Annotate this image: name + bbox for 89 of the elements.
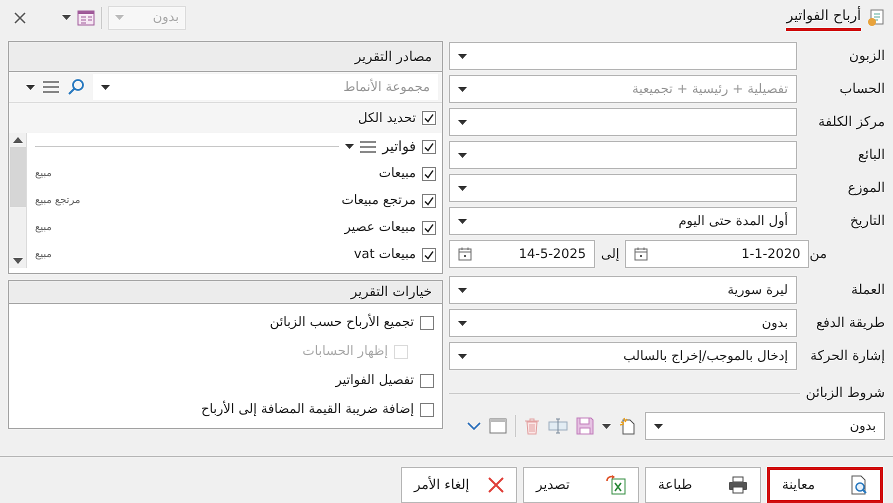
field-label: الحساب xyxy=(838,81,885,98)
checkbox-label: تفصيل الفواتير xyxy=(335,373,414,388)
printer-icon xyxy=(728,476,748,494)
dropdown-field[interactable] xyxy=(449,42,797,70)
dropdown-field[interactable]: بدون xyxy=(645,412,885,440)
grid-window-icon[interactable] xyxy=(77,10,95,26)
checkbox[interactable] xyxy=(420,374,434,388)
caret-icon xyxy=(458,86,467,92)
group-label: فواتير xyxy=(382,138,416,155)
checkbox[interactable] xyxy=(422,166,436,181)
field-label: من xyxy=(809,246,828,262)
checkbox[interactable] xyxy=(420,316,434,330)
checkbox-label: إظهار الحسابات xyxy=(302,344,388,360)
caret-icon[interactable] xyxy=(26,84,35,90)
checkbox[interactable] xyxy=(420,402,434,417)
search-icon[interactable] xyxy=(67,78,85,96)
caret-icon xyxy=(458,218,467,224)
checkbox-label: تحديد الكل xyxy=(358,110,416,126)
report-icon xyxy=(867,8,885,27)
caret-icon xyxy=(458,54,467,59)
field-label: إشارة الحركة xyxy=(809,348,885,364)
window-title: أرباح الفواتير xyxy=(786,8,861,32)
caret-icon xyxy=(458,354,467,359)
type-label: مبيع xyxy=(35,168,52,180)
scroll-up-icon[interactable] xyxy=(12,137,22,144)
checkbox-label: مبيعات xyxy=(378,166,416,182)
caret-icon xyxy=(458,186,467,191)
date-field[interactable]: 1-1-2020 xyxy=(625,240,810,268)
new-document-icon[interactable] xyxy=(619,417,637,436)
caret-icon[interactable] xyxy=(345,144,354,150)
field-label: طريقة الدفع xyxy=(815,315,885,332)
save-icon[interactable] xyxy=(576,417,594,436)
caret-icon xyxy=(458,320,467,326)
caret-icon xyxy=(458,288,467,293)
cancel-icon xyxy=(488,477,504,493)
caret-icon xyxy=(654,424,663,429)
caret-icon xyxy=(458,120,467,125)
checkbox-label: مبيعات vat xyxy=(354,247,416,262)
cancel-button[interactable]: إلغاء الأمر xyxy=(401,467,517,503)
field-label: التاريخ xyxy=(848,213,885,230)
checkbox[interactable] xyxy=(422,111,436,126)
checkbox-label: إضافة ضريبة القيمة المضافة إلى الأرباح xyxy=(201,402,414,418)
checkbox-label: مرتجع مبيعات xyxy=(342,193,416,208)
rename-icon[interactable] xyxy=(548,418,568,434)
scroll-down-icon[interactable] xyxy=(12,258,22,264)
checkbox[interactable] xyxy=(422,140,436,154)
preview-icon xyxy=(850,475,868,495)
scrollbar[interactable] xyxy=(9,133,27,268)
checkbox[interactable] xyxy=(422,194,436,208)
dropdown-field[interactable]: أول المدة حتى اليوم xyxy=(449,207,797,236)
caret-icon xyxy=(101,84,110,90)
checkbox-label: مبيعات عصير xyxy=(344,220,416,236)
menu-icon[interactable] xyxy=(360,140,376,153)
type-label: مرتجع مبيع xyxy=(35,195,80,206)
dropdown-field[interactable] xyxy=(449,108,797,136)
type-label: مبيع xyxy=(35,222,52,234)
export-button[interactable]: تصدير xyxy=(523,467,639,503)
dropdown-field[interactable] xyxy=(449,141,797,170)
date-field[interactable]: 14-5-2025 xyxy=(449,240,595,268)
chevron-down-icon[interactable] xyxy=(467,422,481,431)
spreadsheet-export-icon xyxy=(606,475,626,495)
dropdown-field[interactable] xyxy=(449,174,797,202)
dropdown-field[interactable]: إدخال بالموجب/إخراج بالسالب xyxy=(449,342,797,370)
type-label: مبيع xyxy=(35,249,52,260)
window-icon[interactable] xyxy=(489,418,507,434)
caret-icon xyxy=(458,152,467,158)
field-label: الموزع xyxy=(846,180,885,196)
caret-icon[interactable] xyxy=(602,424,611,429)
field-label: إلى xyxy=(600,246,620,262)
caret-icon[interactable] xyxy=(62,15,71,20)
dropdown-field[interactable]: ليرة سورية xyxy=(449,276,797,304)
menu-icon[interactable] xyxy=(43,81,59,94)
print-button[interactable]: طباعة xyxy=(645,467,761,503)
calendar-icon xyxy=(458,247,472,262)
field-label: البائع xyxy=(857,147,885,164)
checkbox[interactable] xyxy=(422,220,436,235)
calendar-icon xyxy=(634,247,648,262)
checkbox-label: تجميع الأرباح حسب الزبائن xyxy=(270,315,414,330)
dropdown-field[interactable]: بدون xyxy=(449,309,797,338)
panel-title: مصادر التقرير xyxy=(354,48,432,65)
preview-button[interactable]: معاينة xyxy=(767,467,883,503)
field-label: مركز الكلفة xyxy=(817,114,885,130)
caret-icon xyxy=(115,15,124,20)
panel-title: خيارات التقرير xyxy=(350,284,432,300)
close-icon[interactable] xyxy=(14,12,26,24)
field-label: الزبون xyxy=(848,48,885,64)
section-title: شروط الزبائن xyxy=(806,385,885,402)
field-label: العملة xyxy=(850,282,885,298)
checkbox[interactable] xyxy=(422,248,436,262)
